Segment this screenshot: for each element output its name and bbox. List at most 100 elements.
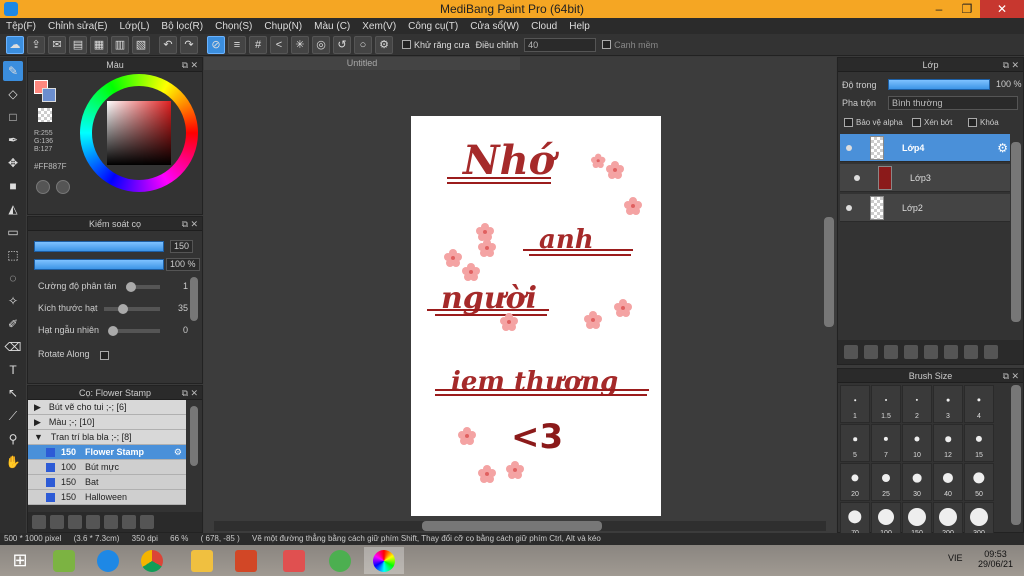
folder-icon[interactable] [924,345,938,359]
layer-row[interactable]: Lớp3 [840,164,1010,192]
new-brush-icon[interactable] [50,515,64,529]
ie-icon[interactable] [88,547,128,574]
brush-item[interactable]: 100 Bút mực [28,460,186,475]
menu-help[interactable]: Help [569,21,590,32]
menu-cloud[interactable]: Cloud [531,21,557,32]
share-icon[interactable]: ⇪ [27,35,45,54]
new-8bit-layer-icon[interactable] [884,345,898,359]
close-icon[interactable]: ✕ [190,58,198,72]
antialias-checkbox[interactable] [402,40,411,49]
menu-tools[interactable]: Công cụ(T) [408,21,458,32]
brush-control-scrollbar[interactable] [190,277,198,321]
new-halftone-layer-icon[interactable] [864,345,878,359]
brush-size-cell[interactable]: 1 [840,385,870,423]
close-icon[interactable]: ✕ [190,386,198,400]
magic-wand-icon[interactable]: ✧ [3,291,23,311]
brush-size-cell[interactable]: 2 [902,385,932,423]
medibang-taskbar-icon[interactable] [364,547,404,574]
menu-snap[interactable]: Chụp(N) [264,21,302,32]
operation-tool-icon[interactable]: ↖ [3,383,23,403]
redo-icon[interactable]: ↷ [180,35,198,54]
brush-group[interactable]: ▶ Bút vẽ cho tui ;-; [6] [28,400,186,415]
menu-filter[interactable]: Bộ lọc(R) [161,21,203,32]
close-icon[interactable]: ✕ [190,217,198,231]
select-pen-icon[interactable]: ✐ [3,314,23,334]
text-tool-icon[interactable]: T [3,360,23,380]
brush-size-cell[interactable]: 12 [933,424,963,462]
select-tool-icon[interactable]: ⬚ [3,245,23,265]
circle-snap-icon[interactable]: ◎ [312,35,330,54]
transparent-color-swatch[interactable] [38,108,52,122]
lasso-tool-icon[interactable]: ◌ [3,268,23,288]
divide-tool-icon[interactable]: ⟋ [3,406,23,426]
brush-item[interactable]: 150 Bat [28,475,186,490]
brush-tool-icon[interactable]: ✎ [3,61,23,81]
background-color-swatch[interactable] [42,88,56,102]
pages-icon[interactable]: ▥ [111,35,129,54]
parallel-snap-icon[interactable]: ≡ [228,35,246,54]
dot-tool-icon[interactable]: □ [3,107,23,127]
add-brush-icon[interactable] [68,515,82,529]
lock-checkbox[interactable] [968,118,977,127]
brush-size-cell[interactable]: 15 [964,424,994,462]
cloud-download-icon[interactable] [32,515,46,529]
undo-icon[interactable]: ↶ [159,35,177,54]
brush-group[interactable]: ▶ Màu ;-; [10] [28,415,186,430]
move-tool-icon[interactable]: ✥ [3,153,23,173]
brush-size-cell[interactable]: 50 [964,463,994,501]
menu-window[interactable]: Cửa sổ(W) [470,21,519,32]
brush-item[interactable]: 150 Halloween [28,490,186,505]
eyedropper-icon[interactable]: ⚲ [3,429,23,449]
panel-icon[interactable]: ▤ [69,35,87,54]
fill-rect-icon[interactable]: ■ [3,176,23,196]
brush-size-cell[interactable]: 25 [871,463,901,501]
menu-edit[interactable]: Chỉnh sửa(E) [48,21,108,32]
comment-icon[interactable]: ✉ [48,35,66,54]
menu-layer[interactable]: Lớp(L) [120,21,150,32]
palette-icon[interactable] [36,180,50,194]
pen-tool-icon[interactable]: ✒ [3,130,23,150]
clipping-checkbox[interactable] [912,118,921,127]
duplicate-icon[interactable] [122,515,136,529]
grid-icon[interactable]: ▧ [132,35,150,54]
cloud-icon[interactable]: ☁ [6,35,24,54]
document-tab[interactable]: Untitled [204,57,520,70]
canvas-area[interactable]: Untitled Nhớ anh người iem thương <3 [204,57,836,533]
windows-start-icon[interactable]: ⊞ [0,547,40,574]
brush-list-scrollbar[interactable] [190,406,198,466]
undock-icon[interactable]: ⧉ [182,217,188,231]
protect-alpha-checkbox[interactable] [844,118,853,127]
input-language[interactable]: VIE [948,553,963,563]
folder-icon[interactable] [104,515,118,529]
close-button[interactable]: ✕ [980,0,1024,18]
new-layer-icon[interactable] [844,345,858,359]
brush-size-cell[interactable]: 4 [964,385,994,423]
select-eraser-icon[interactable]: ⌫ [3,337,23,357]
vanish-snap-icon[interactable]: < [270,35,288,54]
edge-checkbox[interactable] [602,40,612,49]
layer-scrollbar[interactable] [1011,142,1021,322]
brush-opacity-bar[interactable] [34,259,164,270]
brush-size-value[interactable]: 150 [170,240,194,253]
brush-size-cell[interactable]: 40 [933,463,963,501]
settings-icon[interactable]: ⚙ [375,35,393,54]
layer-opacity-bar[interactable] [888,79,990,90]
layer-row[interactable]: Lớp4 ⚙ [840,134,1010,162]
brush-size-cell[interactable]: 30 [902,463,932,501]
color-wheel[interactable] [80,74,198,192]
close-icon[interactable]: ✕ [1011,58,1019,72]
brush-size-cell[interactable]: 5 [840,424,870,462]
brush-size-cell[interactable]: 7 [871,424,901,462]
layer-row[interactable]: Lớp2 [840,194,1010,222]
undock-icon[interactable]: ⧉ [1003,58,1009,72]
page-icon[interactable]: ▦ [90,35,108,54]
gradient-tool-icon[interactable]: ▭ [3,222,23,242]
app-grid-icon[interactable] [274,547,314,574]
minimize-button[interactable]: – [926,0,952,18]
brush-size-scrollbar[interactable] [1011,385,1021,525]
rotate-checkbox[interactable] [100,351,109,360]
canvas-paper[interactable]: Nhớ anh người iem thương <3 [411,116,661,516]
clock[interactable]: 09:53 29/06/21 [978,549,1013,569]
snap-off-icon[interactable]: ⊘ [207,35,225,54]
palette-add-icon[interactable] [56,180,70,194]
